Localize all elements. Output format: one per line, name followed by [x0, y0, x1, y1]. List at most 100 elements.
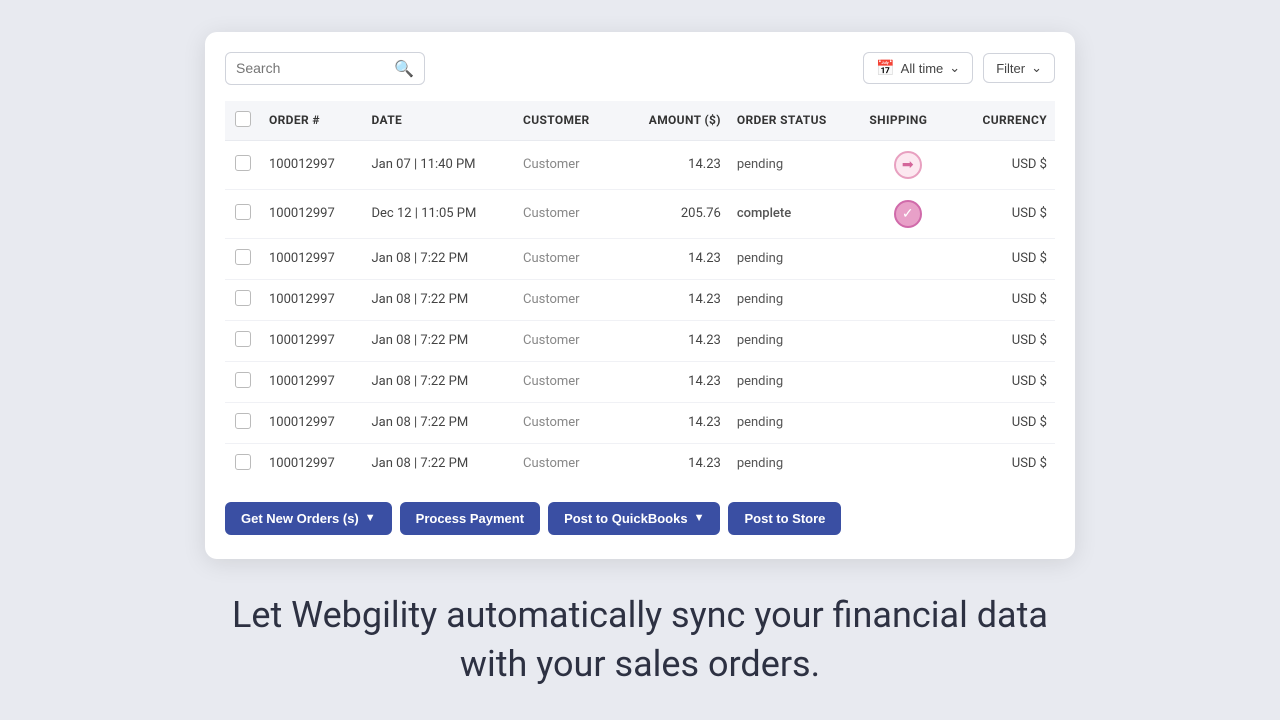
table-row: 100012997Jan 08 | 7:22 PMCustomer14.23pe…: [225, 443, 1055, 484]
table-row: 100012997Jan 08 | 7:22 PMCustomer14.23pe…: [225, 238, 1055, 279]
amount-cell: 14.23: [618, 361, 728, 402]
currency-cell: USD $: [954, 320, 1055, 361]
calendar-icon: 📅: [876, 59, 895, 77]
all-time-label: All time: [901, 61, 944, 76]
amount-cell: 14.23: [618, 140, 728, 189]
chevron-down-icon: ⌄: [949, 60, 960, 76]
status-cell: pending: [729, 238, 862, 279]
shipping-cell: [861, 321, 954, 341]
date-cell: Jan 08 | 7:22 PM: [364, 361, 515, 402]
amount-cell: 14.23: [618, 320, 728, 361]
shipping-cell: [861, 280, 954, 300]
order-number-cell: 100012997: [261, 238, 364, 279]
status-cell: pending: [729, 361, 862, 402]
header-amount: AMOUNT ($): [618, 101, 728, 141]
status-cell: pending: [729, 140, 862, 189]
header-currency: CURRENCY: [954, 101, 1055, 141]
header-shipping: SHIPPING: [861, 101, 954, 141]
order-number-cell: 100012997: [261, 402, 364, 443]
post-to-store-label: Post to Store: [744, 511, 825, 526]
row-checkbox[interactable]: [235, 155, 251, 171]
table-row: 100012997Jan 08 | 7:22 PMCustomer14.23pe…: [225, 279, 1055, 320]
table-row: 100012997Jan 08 | 7:22 PMCustomer14.23pe…: [225, 361, 1055, 402]
post-to-store-button[interactable]: Post to Store: [728, 502, 841, 535]
orders-table: ORDER # DATE CUSTOMER AMOUNT ($) ORDER S…: [225, 101, 1055, 484]
process-payment-button[interactable]: Process Payment: [400, 502, 540, 535]
row-checkbox[interactable]: [235, 331, 251, 347]
amount-cell: 14.23: [618, 402, 728, 443]
customer-cell: Customer: [515, 320, 618, 361]
date-cell: Jan 08 | 7:22 PM: [364, 320, 515, 361]
customer-cell: Customer: [515, 402, 618, 443]
table-row: 100012997Dec 12 | 11:05 PMCustomer205.76…: [225, 189, 1055, 238]
shipping-check-icon: ✓: [894, 200, 922, 228]
process-payment-label: Process Payment: [416, 511, 524, 526]
get-new-orders-label: Get New Orders (s): [241, 511, 359, 526]
order-number-cell: 100012997: [261, 189, 364, 238]
shipping-cell: ➡: [861, 141, 954, 189]
row-checkbox[interactable]: [235, 204, 251, 220]
status-cell: pending: [729, 402, 862, 443]
date-cell: Jan 08 | 7:22 PM: [364, 279, 515, 320]
date-cell: Jan 08 | 7:22 PM: [364, 238, 515, 279]
filter-button[interactable]: Filter ⌄: [983, 53, 1055, 83]
shipping-arrow-icon: ➡: [894, 151, 922, 179]
currency-cell: USD $: [954, 189, 1055, 238]
shipping-cell: [861, 362, 954, 382]
tagline: Let Webgility automatically sync your fi…: [230, 591, 1050, 688]
currency-cell: USD $: [954, 238, 1055, 279]
currency-cell: USD $: [954, 279, 1055, 320]
order-number-cell: 100012997: [261, 361, 364, 402]
customer-cell: Customer: [515, 279, 618, 320]
shipping-cell: ✓: [861, 190, 954, 238]
currency-cell: USD $: [954, 402, 1055, 443]
currency-cell: USD $: [954, 140, 1055, 189]
post-to-quickbooks-button[interactable]: Post to QuickBooks ▼: [548, 502, 720, 535]
currency-cell: USD $: [954, 443, 1055, 484]
customer-cell: Customer: [515, 238, 618, 279]
order-number-cell: 100012997: [261, 443, 364, 484]
top-bar: 🔍 📅 All time ⌄ Filter ⌄: [225, 52, 1055, 85]
customer-cell: Customer: [515, 443, 618, 484]
header-status: ORDER STATUS: [729, 101, 862, 141]
shipping-cell: [861, 239, 954, 259]
shipping-cell: [861, 403, 954, 423]
table-row: 100012997Jan 08 | 7:22 PMCustomer14.23pe…: [225, 402, 1055, 443]
row-checkbox[interactable]: [235, 413, 251, 429]
main-card: 🔍 📅 All time ⌄ Filter ⌄ ORDER # DATE CUS: [205, 32, 1075, 559]
amount-cell: 14.23: [618, 238, 728, 279]
bottom-bar: Get New Orders (s) ▼ Process Payment Pos…: [225, 502, 1055, 535]
row-checkbox[interactable]: [235, 249, 251, 265]
customer-cell: Customer: [515, 189, 618, 238]
status-cell: pending: [729, 279, 862, 320]
status-cell: pending: [729, 443, 862, 484]
status-cell: complete: [729, 189, 862, 238]
search-input[interactable]: [236, 60, 390, 76]
get-new-orders-button[interactable]: Get New Orders (s) ▼: [225, 502, 392, 535]
table-row: 100012997Jan 07 | 11:40 PMCustomer14.23p…: [225, 140, 1055, 189]
chevron-down-icon-3: ▼: [365, 512, 376, 524]
customer-cell: Customer: [515, 140, 618, 189]
header-customer: CUSTOMER: [515, 101, 618, 141]
post-to-quickbooks-label: Post to QuickBooks: [564, 511, 688, 526]
date-cell: Jan 07 | 11:40 PM: [364, 140, 515, 189]
header-date: DATE: [364, 101, 515, 141]
row-checkbox[interactable]: [235, 454, 251, 470]
shipping-cell: [861, 444, 954, 464]
order-number-cell: 100012997: [261, 279, 364, 320]
date-cell: Jan 08 | 7:22 PM: [364, 402, 515, 443]
top-bar-right: 📅 All time ⌄ Filter ⌄: [863, 52, 1055, 84]
row-checkbox[interactable]: [235, 290, 251, 306]
select-all-checkbox[interactable]: [235, 111, 251, 127]
chevron-down-icon-2: ⌄: [1031, 60, 1042, 76]
search-box[interactable]: 🔍: [225, 52, 425, 85]
row-checkbox[interactable]: [235, 372, 251, 388]
customer-cell: Customer: [515, 361, 618, 402]
header-checkbox[interactable]: [225, 101, 261, 141]
all-time-button[interactable]: 📅 All time ⌄: [863, 52, 973, 84]
header-order: ORDER #: [261, 101, 364, 141]
amount-cell: 205.76: [618, 189, 728, 238]
chevron-down-icon-4: ▼: [694, 512, 705, 524]
table-row: 100012997Jan 08 | 7:22 PMCustomer14.23pe…: [225, 320, 1055, 361]
date-cell: Jan 08 | 7:22 PM: [364, 443, 515, 484]
